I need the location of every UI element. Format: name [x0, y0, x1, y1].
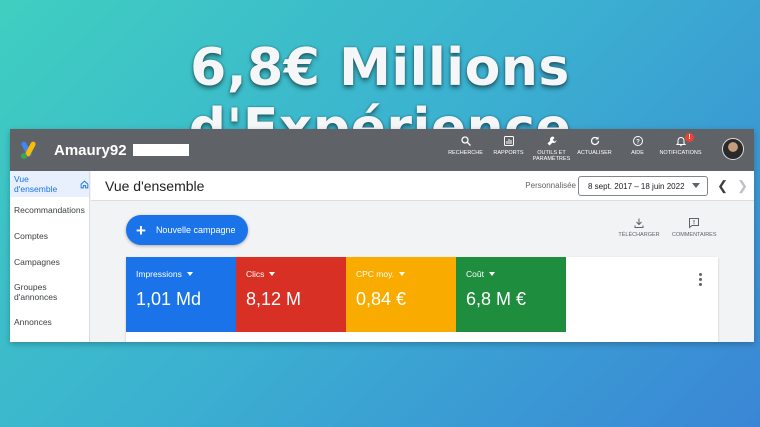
account-name[interactable]: Amaury92	[54, 142, 127, 159]
download-button[interactable]: TÉLÉCHARGER	[617, 217, 661, 238]
comment-icon	[689, 218, 699, 229]
sidebar-item-recommendations[interactable]: Recommandations	[10, 197, 89, 223]
reports-button[interactable]: RAPPORTS	[487, 135, 530, 162]
sidebar-item-label: Recommandations	[14, 205, 85, 215]
notifications-button[interactable]: NOTIFICATIONS !	[659, 133, 702, 162]
google-ads-window: Amaury92 RECHERCHE RAPPORTS OUTILS ET PA…	[10, 129, 754, 342]
redacted-account-id	[132, 144, 189, 156]
tools-settings-button[interactable]: OUTILS ET PARAMÈTRES	[530, 135, 573, 162]
refresh-label: ACTUALISER	[577, 150, 612, 156]
download-label: TÉLÉCHARGER	[618, 232, 660, 238]
sidebar-item-ad-groups[interactable]: Groupes d'annonces	[10, 275, 89, 309]
sidebar-item-label: Groupes d'annonces	[14, 282, 58, 302]
dropdown-arrow-icon	[399, 272, 406, 276]
help-icon: ?	[632, 136, 643, 146]
metric-value: 1,01 Md	[136, 289, 202, 309]
svg-text:?: ?	[636, 139, 640, 145]
dropdown-arrow-icon	[488, 272, 495, 276]
sidebar-item-label: Comptes	[14, 231, 49, 241]
sidebar-item-accounts[interactable]: Comptes	[10, 223, 89, 249]
metric-avg-cpc[interactable]: CPC moy. 0,84 €	[346, 257, 456, 332]
search-button[interactable]: RECHERCHE	[444, 135, 487, 162]
refresh-button[interactable]: ACTUALISER	[573, 135, 616, 162]
metric-clicks[interactable]: Clics 8,12 M	[236, 257, 346, 332]
top-bar: Amaury92 RECHERCHE RAPPORTS OUTILS ET PA…	[10, 129, 754, 171]
metric-label: CPC moy.	[356, 269, 395, 279]
search-icon	[460, 136, 471, 146]
home-icon	[80, 180, 89, 188]
help-button[interactable]: ? AIDE	[616, 135, 659, 162]
new-campaign-label: Nouvelle campagne	[155, 225, 236, 235]
chevron-right-icon[interactable]: ❯	[737, 179, 748, 192]
search-label: RECHERCHE	[448, 150, 483, 156]
tools-settings-label: OUTILS ET PARAMÈTRES	[532, 150, 571, 162]
sidebar-item-label: Campagnes	[14, 257, 60, 267]
refresh-icon	[590, 136, 599, 146]
metric-value: 6,8 M €	[466, 289, 527, 309]
metric-label: Clics	[246, 269, 265, 279]
sidebar-item-label: Annonces	[14, 317, 52, 327]
toolbar: RECHERCHE RAPPORTS OUTILS ET PARAMÈTRES …	[444, 133, 702, 162]
sidebar-item-overview[interactable]: Vue d'ensemble	[10, 171, 89, 197]
notifications-label: NOTIFICATIONS	[659, 150, 702, 156]
comments-button[interactable]: COMMENTAIRES	[672, 217, 717, 238]
date-range-label: Personnalisée	[525, 181, 576, 190]
metric-impressions[interactable]: Impressions 1,01 Md	[126, 257, 236, 332]
metric-value: 0,84 €	[356, 289, 407, 309]
reports-label: RAPPORTS	[493, 150, 524, 156]
page-title: Vue d'ensemble	[105, 178, 205, 194]
sidebar-item-ads[interactable]: Annonces	[10, 309, 89, 335]
sidebar: Vue d'ensemble Recommandations Comptes C…	[10, 171, 90, 342]
dropdown-arrow-icon	[269, 272, 276, 276]
metrics-card: Impressions 1,01 Md Clics 8,12 M CPC moy…	[126, 257, 718, 342]
sidebar-item-campaigns[interactable]: Campagnes	[10, 249, 89, 275]
notification-badge: !	[685, 133, 694, 142]
help-label: AIDE	[631, 150, 644, 156]
metric-label: Impressions	[136, 269, 182, 279]
date-range-value: 8 sept. 2017 – 18 juin 2022	[588, 182, 685, 191]
more-options-icon[interactable]	[699, 273, 702, 288]
plus-icon: +	[136, 220, 146, 240]
dropdown-arrow-icon	[186, 272, 193, 276]
new-campaign-button[interactable]: + Nouvelle campagne	[126, 215, 248, 245]
date-range-picker[interactable]: 8 sept. 2017 – 18 juin 2022	[578, 176, 708, 196]
chevron-down-icon	[692, 183, 700, 188]
metric-cost[interactable]: Coût 6,8 M €	[456, 257, 566, 332]
user-avatar[interactable]	[722, 138, 744, 160]
metric-value: 8,12 M	[246, 289, 302, 309]
chevron-left-icon[interactable]: ❮	[717, 179, 728, 192]
page-header: Vue d'ensemble Personnalisée 8 sept. 201…	[91, 171, 754, 201]
metric-label: Coût	[466, 269, 484, 279]
wrench-icon	[547, 136, 556, 146]
comments-label: COMMENTAIRES	[672, 232, 717, 238]
sidebar-item-label: Vue d'ensemble	[14, 174, 58, 194]
google-ads-logo-icon[interactable]	[20, 139, 42, 161]
reports-icon	[503, 136, 514, 146]
download-icon	[634, 218, 644, 228]
